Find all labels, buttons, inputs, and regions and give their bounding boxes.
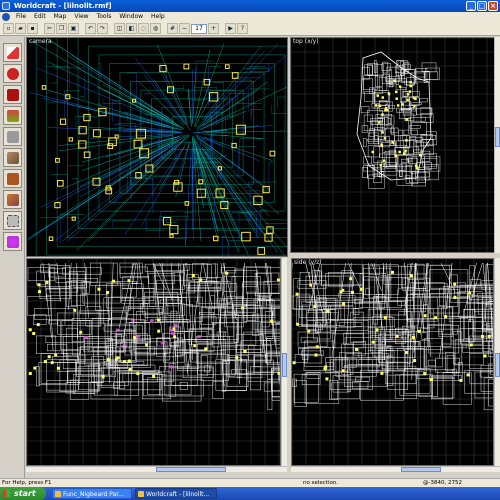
run-map-icon[interactable]: ▶ [225, 23, 236, 34]
selection-icon [7, 47, 19, 59]
menu-view[interactable]: View [70, 12, 92, 22]
decal-tool-button[interactable] [3, 190, 22, 209]
camera-3d-render [27, 38, 287, 256]
viewport-label-top: top (x/y) [293, 38, 319, 45]
elevation-brushes [27, 262, 280, 411]
toggle-grid-icon[interactable]: # [167, 23, 178, 34]
redo-icon[interactable]: ↷ [97, 23, 108, 34]
menu-file[interactable]: File [12, 12, 30, 22]
texture-lock-icon[interactable]: ◍ [150, 23, 161, 34]
save-file-icon[interactable]: ▪ [27, 23, 38, 34]
selection-tool-button[interactable] [3, 43, 22, 62]
maximize-button[interactable]: □ [477, 1, 487, 11]
folder-icon [55, 491, 61, 497]
document-menu-icon[interactable] [2, 13, 10, 21]
camera-wireframe [27, 38, 287, 256]
taskbar-item-label: Worldcraft - [lilnollt... [146, 491, 210, 498]
window-controls: _ □ × [466, 1, 498, 11]
front-viewport[interactable] [26, 258, 281, 466]
paste-icon[interactable]: ▣ [68, 23, 79, 34]
menu-map[interactable]: Map [50, 12, 71, 22]
new-file-icon[interactable]: ▫ [3, 23, 14, 34]
hide-icon[interactable]: ◌ [138, 23, 149, 34]
viewport-label-camera: camera [29, 38, 52, 45]
status-bar: For Help, press F1 no selection. @-3840,… [0, 478, 500, 487]
close-button[interactable]: × [488, 1, 498, 11]
copy-icon[interactable]: ❐ [56, 23, 67, 34]
menu-bar: File Edit Map View Tools Window Help [0, 12, 500, 22]
tool-palette [0, 37, 25, 489]
grid-size-field[interactable]: 17 [191, 23, 207, 34]
vertex-tool-button[interactable] [3, 232, 22, 251]
menu-help[interactable]: Help [147, 12, 169, 22]
top-viewport-vscroll[interactable] [494, 37, 500, 253]
magnify-icon [7, 68, 19, 80]
group-icon[interactable]: ◫ [114, 23, 125, 34]
start-button[interactable]: start [0, 487, 46, 500]
camera-viewport[interactable]: camera [26, 37, 288, 257]
side-viewport-hscroll[interactable] [291, 466, 500, 472]
clipping-tool-button[interactable] [3, 211, 22, 230]
worldcraft-window: Worldcraft - [lilnollt.rmf] _ □ × File E… [0, 0, 500, 500]
apply-texture-tool-button[interactable] [3, 169, 22, 188]
texture-icon [7, 152, 19, 164]
taskbar-item-label: Func_Nigbeard Par... [63, 491, 124, 498]
smaller-grid-icon[interactable]: − [179, 23, 190, 34]
top-viewport[interactable]: top (x/y) [290, 37, 500, 253]
start-label: start [14, 489, 36, 498]
camera-icon [7, 89, 19, 101]
windows-logo-icon [3, 490, 10, 497]
camera-tool-button[interactable] [3, 85, 22, 104]
clipping-icon [7, 215, 19, 227]
windows-taskbar: start Func_Nigbeard Par... Worldcraft - … [0, 487, 500, 500]
main-toolbar: ▫ ▰ ▪ ✂ ❐ ▣ ↶ ↷ ◫ ◧ ◌ ◍ # − 17 + ▶ ? [0, 22, 500, 36]
vertex-icon [7, 236, 19, 248]
ungroup-icon[interactable]: ◧ [126, 23, 137, 34]
block-tool-button[interactable] [3, 127, 22, 146]
title-bar: Worldcraft - [lilnollt.rmf] _ □ × [0, 0, 500, 12]
front-2d-render [27, 259, 280, 465]
cut-icon[interactable]: ✂ [44, 23, 55, 34]
magnify-tool-button[interactable] [3, 64, 22, 83]
apply-texture-icon [7, 173, 19, 185]
taskbar-item-func-nigbeard[interactable]: Func_Nigbeard Par... [52, 488, 132, 499]
minimize-button[interactable]: _ [466, 1, 476, 11]
window-title: Worldcraft - [lilnollt.rmf] [14, 2, 112, 10]
menu-tools[interactable]: Tools [93, 12, 116, 22]
undo-icon[interactable]: ↶ [85, 23, 96, 34]
taskbar-item-worldcraft[interactable]: Worldcraft - [lilnollt... [135, 488, 217, 499]
elevation-brushes [292, 262, 493, 411]
top-brushes [356, 51, 441, 189]
menu-window[interactable]: Window [115, 12, 147, 22]
menu-edit[interactable]: Edit [30, 12, 50, 22]
top-2d-render [291, 38, 499, 252]
check-problems-icon[interactable]: ? [237, 23, 248, 34]
entity-icon [7, 110, 19, 122]
larger-grid-icon[interactable]: + [208, 23, 219, 34]
decal-icon [7, 194, 19, 206]
viewport-label-side: side (y/z) [294, 259, 322, 266]
front-viewport-hscroll[interactable] [26, 466, 287, 472]
side-2d-render [292, 259, 493, 465]
app-icon [2, 2, 10, 10]
texture-tool-button[interactable] [3, 148, 22, 167]
side-viewport[interactable]: side (y/z) [291, 258, 494, 466]
worldcraft-app-icon [138, 491, 144, 497]
side-viewport-vscroll[interactable] [494, 258, 500, 466]
front-viewport-vscroll[interactable] [281, 258, 287, 466]
entity-tool-button[interactable] [3, 106, 22, 125]
open-file-icon[interactable]: ▰ [15, 23, 26, 34]
block-icon [7, 131, 19, 143]
